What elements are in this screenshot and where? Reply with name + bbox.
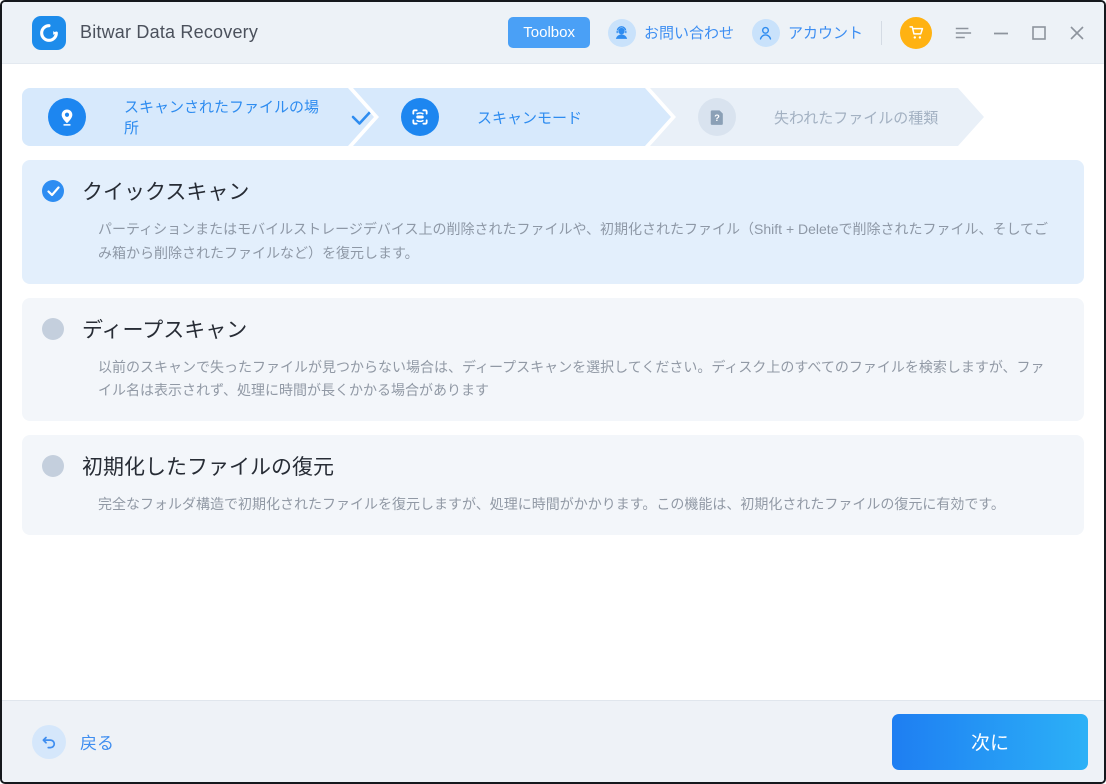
back-label: 戻る [80,729,114,754]
card-description: パーティションまたはモバイルストレージデバイス上の削除されたファイルや、初期化さ… [98,218,1054,266]
card-description: 以前のスキャンで失ったファイルが見つからない場合は、ディープスキャンを選択してく… [98,356,1054,404]
wizard-stepper: スキャンされたファイルの場所 [22,88,1084,146]
step-scan-mode: スキャンモード [353,88,671,146]
account-person-icon [752,19,780,47]
bitwar-logo-icon [32,16,66,50]
unknown-file-icon: ? [698,98,736,136]
account-link[interactable]: アカウント [752,19,863,47]
scan-mode-card-formatted-recovery[interactable]: 初期化したファイルの復元 完全なフォルダ構造で初期化されたファイルを復元しますが… [22,435,1084,535]
contact-link[interactable]: お問い合わせ [608,19,734,47]
main-content: スキャンされたファイルの場所 [2,64,1104,700]
scan-mode-card-quick-scan[interactable]: クイックスキャン パーティションまたはモバイルストレージデバイス上の削除されたフ… [22,160,1084,284]
back-button[interactable]: 戻る [32,725,114,759]
card-description: 完全なフォルダ構造で初期化されたファイルを復元しますが、処理に時間がかかります。… [98,493,1054,517]
step-label: 失われたファイルの種類 [774,107,938,128]
contact-label: お問い合わせ [644,22,734,43]
menu-icon[interactable] [954,24,972,42]
scan-mode-icon [401,98,439,136]
selected-check-icon [42,180,64,202]
shopping-cart-icon[interactable] [900,17,932,49]
card-title: ディープスキャン [82,314,247,344]
step-label: スキャンされたファイルの場所 [124,96,332,138]
account-label: アカウント [788,22,863,43]
location-pin-icon [48,98,86,136]
step-label: スキャンモード [477,107,582,128]
maximize-icon[interactable] [1030,24,1048,42]
next-button[interactable]: 次に [892,714,1088,770]
scan-mode-card-deep-scan[interactable]: ディープスキャン 以前のスキャンで失ったファイルが見つからない場合は、ディープス… [22,298,1084,422]
titlebar-divider [881,21,882,45]
radio-unselected-icon [42,318,64,340]
window-controls [954,24,1086,42]
radio-unselected-icon [42,455,64,477]
app-window: Bitwar Data Recovery Toolbox お問い合わせ [0,0,1106,784]
toolbox-button[interactable]: Toolbox [508,17,590,48]
footer-bar: 戻る 次に [2,700,1104,782]
step-completed-check-icon [350,107,374,127]
close-icon[interactable] [1068,24,1086,42]
svg-text:?: ? [714,113,720,123]
app-title: Bitwar Data Recovery [80,22,258,43]
card-title: クイックスキャン [82,176,249,206]
card-title: 初期化したファイルの復元 [82,451,334,481]
headset-support-icon [608,19,636,47]
titlebar: Bitwar Data Recovery Toolbox お問い合わせ [2,2,1104,64]
step-lost-file-types: ? 失われたファイルの種類 [650,88,984,146]
minimize-icon[interactable] [992,24,1010,42]
step-file-location: スキャンされたファイルの場所 [22,88,374,146]
back-arrow-icon [32,725,66,759]
